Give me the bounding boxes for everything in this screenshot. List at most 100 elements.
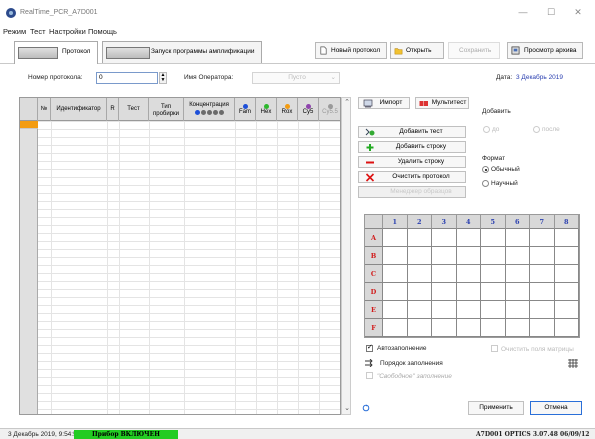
clear-fields-checkbox[interactable] [491, 345, 498, 352]
plate-well[interactable] [505, 229, 530, 247]
plate-well[interactable] [432, 319, 457, 337]
plate-row-header[interactable]: C [365, 265, 383, 283]
scroll-up-icon[interactable]: ⌃ [343, 99, 351, 107]
menu-help[interactable]: Помощь [88, 27, 117, 36]
operator-select[interactable]: Пусто ⌄ [252, 72, 340, 84]
plate-well[interactable] [407, 301, 432, 319]
plate-well[interactable] [554, 265, 579, 283]
column-header-test[interactable]: Тест [119, 98, 149, 121]
plate-column-header[interactable]: 7 [530, 215, 555, 229]
plate-well[interactable] [554, 247, 579, 265]
plate-column-header[interactable]: 1 [383, 215, 408, 229]
plate-well[interactable] [432, 283, 457, 301]
plate-row-header[interactable]: A [365, 229, 383, 247]
plate-well[interactable] [554, 301, 579, 319]
column-header-hex[interactable]: Hex [256, 98, 277, 121]
plate-well[interactable] [505, 283, 530, 301]
new-protocol-button[interactable]: Новый протокол [315, 42, 387, 59]
add-test-button[interactable]: Добавить тест [358, 126, 466, 138]
plate-well[interactable] [456, 247, 481, 265]
plate-well[interactable] [505, 301, 530, 319]
plate-well[interactable] [481, 229, 506, 247]
autofill-checkbox[interactable] [366, 343, 373, 352]
plate-well[interactable] [530, 319, 555, 337]
plate-row-header[interactable]: F [365, 319, 383, 337]
plate-well[interactable] [505, 319, 530, 337]
selected-row-marker[interactable] [20, 121, 38, 129]
plate-well[interactable] [383, 247, 408, 265]
column-header-r[interactable]: R [107, 98, 119, 121]
plate-well[interactable] [432, 247, 457, 265]
plate-well[interactable] [456, 301, 481, 319]
refresh-icon[interactable] [362, 404, 370, 412]
cancel-button[interactable]: Отмена [530, 401, 582, 415]
plate-row-header[interactable]: B [365, 247, 383, 265]
plate-well[interactable] [407, 247, 432, 265]
plate-well[interactable] [456, 229, 481, 247]
plate-well[interactable] [481, 247, 506, 265]
multitest-button[interactable]: Мультитест [415, 97, 469, 109]
format-normal-radio[interactable] [482, 166, 489, 173]
plate-well[interactable] [530, 229, 555, 247]
plate-well[interactable] [432, 301, 457, 319]
plate-well[interactable] [481, 319, 506, 337]
plate-well[interactable] [432, 265, 457, 283]
sample-manager-button[interactable]: Менеджер образцов [358, 186, 466, 198]
format-scientific-radio[interactable] [482, 180, 489, 187]
plate-column-header[interactable]: 5 [481, 215, 506, 229]
plate-column-header[interactable]: 4 [456, 215, 481, 229]
open-button[interactable]: Открыть [390, 42, 444, 59]
minimize-button[interactable]: — [512, 5, 534, 19]
plate-well[interactable] [407, 283, 432, 301]
add-row-button[interactable]: Добавить строку [358, 141, 466, 153]
plate-well[interactable] [481, 265, 506, 283]
plate-column-header[interactable]: 2 [407, 215, 432, 229]
tab-run-program[interactable]: Запуск программы амплификации [102, 41, 262, 63]
apply-button[interactable]: Применить [468, 401, 524, 415]
tab-protocol[interactable]: Протокол [14, 41, 98, 64]
table-body[interactable] [38, 121, 340, 414]
save-button[interactable]: Сохранить [448, 42, 500, 59]
add-after-radio[interactable] [533, 126, 540, 133]
table-scrollbar[interactable]: ⌃ ⌄ [341, 97, 351, 415]
protocol-number-input[interactable]: 0 [96, 72, 158, 84]
plate-well[interactable] [407, 229, 432, 247]
plate-well[interactable] [530, 301, 555, 319]
scroll-down-icon[interactable]: ⌄ [343, 405, 351, 413]
plate-well[interactable] [481, 301, 506, 319]
menu-mode[interactable]: Режим [3, 27, 26, 36]
add-before-radio[interactable] [483, 126, 490, 133]
plate-well[interactable] [432, 229, 457, 247]
plate-column-header[interactable]: 8 [554, 215, 579, 229]
plate-well[interactable] [505, 247, 530, 265]
plate-map[interactable]: 12345678 ABCDEF [364, 214, 580, 338]
grid-layout-icon[interactable] [568, 359, 578, 368]
plate-well[interactable] [456, 265, 481, 283]
plate-well[interactable] [554, 283, 579, 301]
plate-well[interactable] [530, 283, 555, 301]
view-archive-button[interactable]: Просмотр архива [507, 42, 583, 59]
column-header-number[interactable]: № [38, 98, 51, 121]
free-fill-checkbox[interactable] [366, 372, 373, 379]
plate-well[interactable] [554, 229, 579, 247]
plate-well[interactable] [407, 319, 432, 337]
menu-settings[interactable]: Настройки [49, 27, 86, 36]
maximize-button[interactable]: ☐ [540, 5, 562, 19]
plate-well[interactable] [407, 265, 432, 283]
plate-column-header[interactable]: 6 [505, 215, 530, 229]
import-button[interactable]: Импорт [358, 97, 410, 109]
plate-well[interactable] [481, 283, 506, 301]
plate-well[interactable] [383, 265, 408, 283]
column-header-cy55[interactable]: Cy5.5 [319, 98, 340, 121]
close-button[interactable]: ✕ [567, 5, 589, 19]
plate-row-header[interactable]: E [365, 301, 383, 319]
plate-well[interactable] [383, 301, 408, 319]
plate-column-header[interactable]: 3 [432, 215, 457, 229]
column-header-tube-type[interactable]: Тип пробирки [149, 98, 184, 121]
plate-row-header[interactable]: D [365, 283, 383, 301]
plate-well[interactable] [554, 319, 579, 337]
plate-well[interactable] [383, 283, 408, 301]
fill-order-label[interactable]: Порядок заполнения [380, 360, 443, 367]
delete-row-button[interactable]: Удалить строку [358, 156, 466, 168]
protocol-number-spinner[interactable]: ▲ ▼ [159, 72, 167, 84]
